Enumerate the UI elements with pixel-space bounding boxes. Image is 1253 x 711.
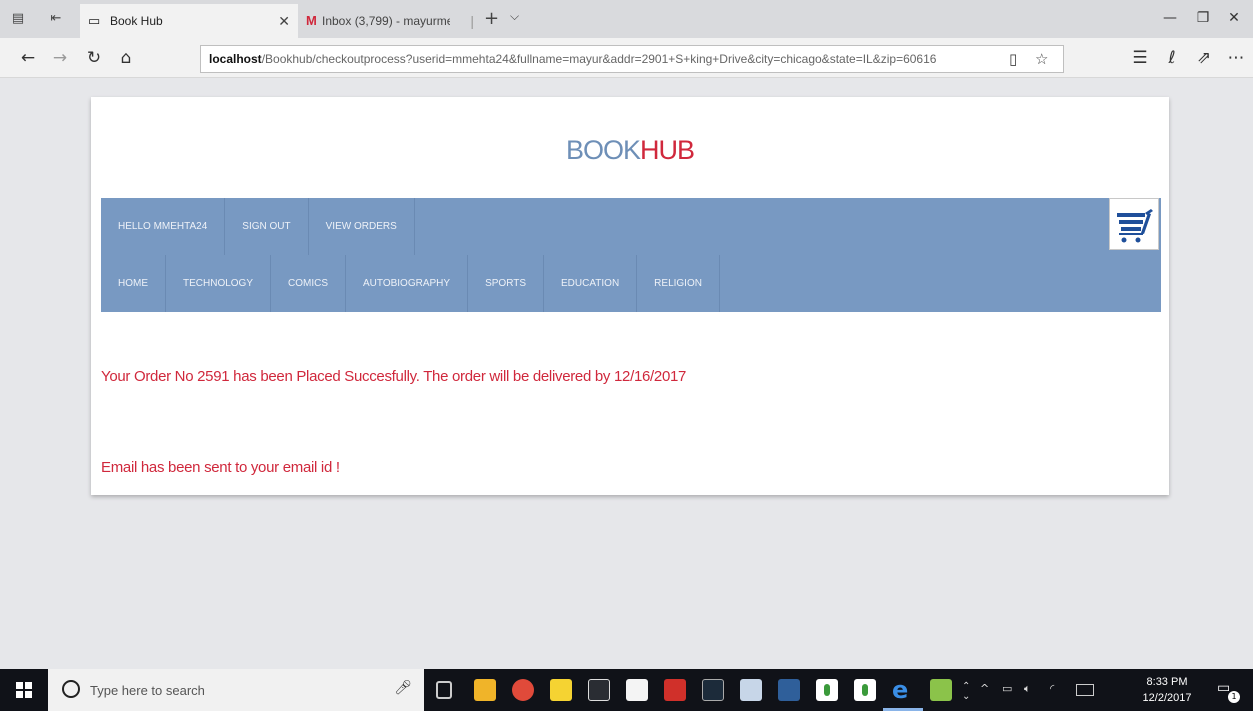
web-note-icon[interactable]: ℓ: [1160, 48, 1184, 68]
command-prompt-icon[interactable]: [588, 679, 610, 701]
sticky-notes-icon[interactable]: [550, 679, 572, 701]
set-aside-tabs-icon[interactable]: ⇤: [46, 9, 66, 29]
notepad-icon[interactable]: [626, 679, 648, 701]
address-bar[interactable]: localhost/Bookhub/checkoutprocess?userid…: [200, 45, 1064, 73]
back-arrow-icon[interactable]: ←: [16, 48, 40, 68]
chrome-icon[interactable]: [512, 679, 534, 701]
notification-count-badge: 1: [1228, 691, 1240, 703]
menu-sports[interactable]: SPORTS: [468, 255, 545, 312]
cart-icon: [1117, 209, 1153, 243]
network-app-icon[interactable]: [778, 679, 800, 701]
browser-tab-bar: ▤ ⇤ ▭ Book Hub ✕ M Inbox (3,799) - mayur…: [0, 0, 1253, 38]
cart-button[interactable]: [1109, 198, 1159, 250]
clock-time: 8:33 PM: [1146, 676, 1188, 688]
minimize-icon[interactable]: —: [1160, 10, 1180, 26]
forward-arrow-icon[interactable]: →: [48, 48, 72, 68]
taskbar-search-box[interactable]: Type here to search 🎤︎: [48, 669, 424, 711]
favorite-star-icon[interactable]: ☆: [1035, 50, 1048, 68]
more-options-icon[interactable]: ⋯: [1224, 48, 1248, 68]
main-menu: HELLO MMEHTA24 SIGN OUT VIEW ORDERS HOME…: [101, 198, 1161, 312]
browser-nav-bar: ← → ↻ ⌂ localhost/Bookhub/checkoutproces…: [0, 38, 1253, 78]
favorites-hub-icon[interactable]: ☰: [1128, 48, 1152, 68]
tab-separator: |: [470, 13, 474, 29]
page-container: BOOKHUB HELLO MMEHTA24 SIGN OUT VIEW ORD…: [91, 97, 1169, 495]
chevron-down-icon[interactable]: ⌵: [510, 9, 519, 24]
battery-icon[interactable]: ▭: [1002, 682, 1012, 695]
home-icon[interactable]: ⌂: [114, 48, 138, 68]
menu-hello-user[interactable]: HELLO MMEHTA24: [101, 198, 226, 255]
windows-start-icon[interactable]: [0, 669, 48, 711]
user-menu: HELLO MMEHTA24 SIGN OUT VIEW ORDERS: [101, 198, 415, 255]
new-tab-icon[interactable]: +: [484, 8, 499, 29]
category-menu: HOME TECHNOLOGY COMICS AUTOBIOGRAPHY SPO…: [101, 255, 720, 312]
paint-icon[interactable]: [930, 679, 952, 701]
search-placeholder: Type here to search: [90, 683, 205, 698]
keyboard-icon[interactable]: [1076, 684, 1094, 696]
system-clock[interactable]: 8:33 PM 12/2/2017: [1136, 674, 1198, 706]
mongodb-compass-icon[interactable]: [854, 679, 876, 701]
taskbar: Type here to search 🎤︎ e ⌃ ⌄ ^ ▭ 🔈︎ ◜ 8:3…: [0, 669, 1253, 711]
cortana-icon: [62, 680, 80, 698]
site-logo[interactable]: BOOKHUB: [91, 135, 1169, 166]
java-icon[interactable]: [740, 679, 762, 701]
tab-title: Book Hub: [110, 14, 163, 28]
clock-date: 12/2/2017: [1142, 692, 1192, 704]
email-confirmation-message: Email has been sent to your email id !: [101, 459, 340, 476]
overflow-chevron-icon[interactable]: ⌃ ⌄: [962, 682, 970, 702]
reading-view-icon[interactable]: ▯: [1009, 50, 1017, 68]
restore-icon[interactable]: ❐: [1193, 10, 1213, 26]
show-hidden-icons-icon[interactable]: ^: [980, 682, 989, 695]
share-icon[interactable]: ⇗: [1192, 48, 1216, 68]
terminal-icon[interactable]: [702, 679, 724, 701]
menu-home[interactable]: HOME: [101, 255, 166, 312]
volume-icon[interactable]: 🔈︎: [1024, 682, 1031, 696]
menu-autobiography[interactable]: AUTOBIOGRAPHY: [346, 255, 469, 312]
refresh-icon[interactable]: ↻: [82, 48, 106, 68]
menu-technology[interactable]: TECHNOLOGY: [166, 255, 272, 312]
menu-sign-out[interactable]: SIGN OUT: [225, 198, 309, 255]
tab-inbox[interactable]: M Inbox (3,799) - mayurmehta |: [298, 4, 476, 38]
wifi-icon[interactable]: ◜: [1050, 682, 1054, 695]
page-icon: ▭: [88, 13, 101, 28]
tab-title: Inbox (3,799) - mayurmehta: [322, 14, 450, 28]
gmail-icon: M: [306, 13, 317, 28]
tab-preview-icon[interactable]: ▤: [8, 9, 28, 29]
tab-book-hub[interactable]: ▭ Book Hub ✕: [80, 4, 298, 38]
menu-comics[interactable]: COMICS: [271, 255, 347, 312]
menu-view-orders[interactable]: VIEW ORDERS: [309, 198, 415, 255]
task-view-icon[interactable]: [436, 681, 452, 699]
menu-religion[interactable]: RELIGION: [637, 255, 720, 312]
menu-education[interactable]: EDUCATION: [544, 255, 638, 312]
close-tab-icon[interactable]: ✕: [278, 4, 290, 38]
acrobat-icon[interactable]: [664, 679, 686, 701]
mongodb-icon[interactable]: [816, 679, 838, 701]
action-center-icon[interactable]: ▭ 1: [1217, 680, 1240, 703]
file-explorer-icon[interactable]: [474, 679, 496, 701]
microphone-icon[interactable]: 🎤︎: [394, 680, 412, 696]
window-close-icon[interactable]: ✕: [1224, 10, 1244, 26]
order-confirmation-message: Your Order No 2591 has been Placed Succe…: [101, 368, 687, 385]
url-text: localhost/Bookhub/checkoutprocess?userid…: [209, 52, 937, 66]
edge-icon[interactable]: e: [892, 678, 914, 702]
